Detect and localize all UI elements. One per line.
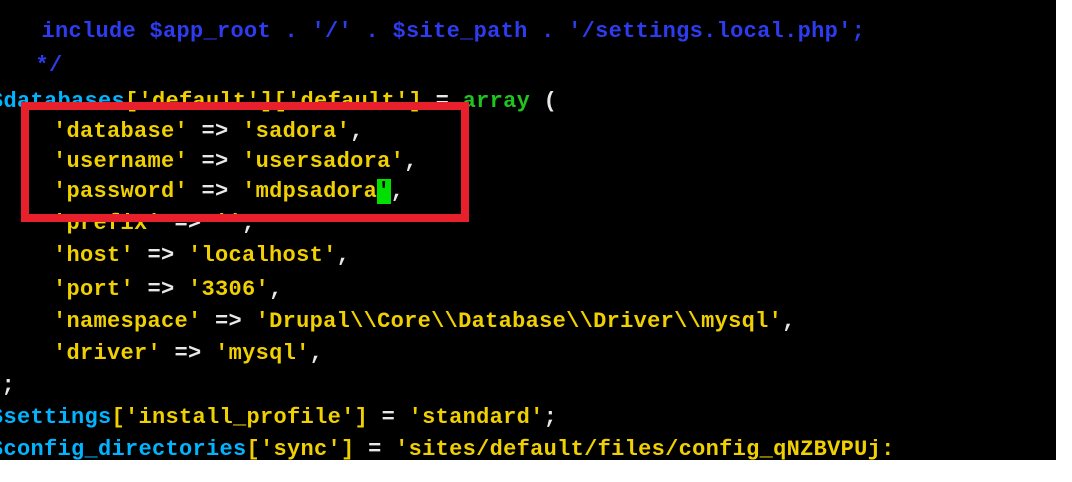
code-token: 'password' [53, 179, 189, 204]
code-token: ['sync'] [246, 437, 355, 460]
code-token: 'sadora' [242, 119, 351, 144]
code-token: include $app_root . '/' . $site_path . '… [28, 19, 866, 44]
terminal-window: include $app_root . '/' . $site_path . '… [0, 0, 1072, 482]
code-token: 'localhost' [188, 243, 337, 268]
code-token: */ [22, 53, 63, 78]
code-token: 'mysql' [215, 341, 310, 366]
code-line[interactable]: 'driver' => 'mysql', [26, 340, 323, 368]
code-token: 'usersadora' [242, 149, 405, 174]
code-token: , [309, 341, 324, 366]
code-token: 'port' [53, 277, 135, 302]
code-line[interactable]: $settings['install_profile'] = 'standard… [0, 404, 557, 432]
code-token: 'standard' [408, 405, 544, 430]
code-token: = [422, 89, 463, 114]
code-token: 'host' [53, 243, 135, 268]
code-line[interactable]: 'password' => 'mdpsadora', [26, 178, 404, 206]
code-token: , [390, 179, 405, 204]
code-line[interactable]: 'database' => 'sadora', [26, 118, 364, 146]
code-token: => [134, 243, 189, 268]
code-token: => [201, 309, 256, 334]
code-editor[interactable]: include $app_root . '/' . $site_path . '… [0, 0, 1056, 460]
code-token: '' [215, 211, 243, 236]
code-line[interactable]: ); [0, 372, 15, 400]
code-token: ); [0, 373, 16, 398]
code-token: ; [543, 405, 558, 430]
code-token: 'sites/default/files/config_qNZBVPUj: [395, 437, 895, 460]
code-token: 'Drupal\\Core\\Database\\Driver\\mysql' [255, 309, 783, 334]
code-line[interactable]: 'host' => 'localhost', [26, 242, 350, 270]
code-line[interactable]: $config_directories['sync'] = 'sites/def… [0, 436, 895, 460]
code-token: ['default']['default'] [125, 89, 423, 114]
text-cursor: ' [377, 179, 391, 204]
code-token: $databases [0, 89, 126, 114]
code-token: , [782, 309, 796, 334]
code-line[interactable]: 'prefix' => '', [26, 210, 256, 238]
code-token: $settings [0, 405, 112, 430]
code-token: '3306' [188, 277, 270, 302]
code-token: , [269, 277, 283, 302]
code-token: 'namespace' [53, 309, 202, 334]
code-line[interactable]: 'username' => 'usersadora', [26, 148, 418, 176]
code-token: => [161, 341, 216, 366]
code-line[interactable]: include $app_root . '/' . $site_path . '… [28, 18, 865, 46]
code-line[interactable]: 'namespace' => 'Drupal\\Core\\Database\\… [26, 308, 796, 336]
code-token: => [188, 149, 243, 174]
code-token: ( [530, 89, 558, 114]
code-line[interactable]: */ [22, 52, 63, 80]
code-token: = [368, 405, 409, 430]
code-token: 'mdpsadora [242, 179, 378, 204]
code-token: => [188, 119, 243, 144]
code-token: => [188, 179, 243, 204]
code-token: , [350, 119, 364, 144]
code-token: array [462, 89, 531, 114]
code-token: => [134, 277, 189, 302]
code-token: 'prefix' [53, 211, 162, 236]
code-token: ['install_profile'] [111, 405, 369, 430]
code-token: 'database' [53, 119, 189, 144]
code-token: , [242, 211, 256, 236]
code-line[interactable]: 'port' => '3306', [26, 276, 283, 304]
code-token: => [161, 211, 216, 236]
code-token: 'username' [53, 149, 189, 174]
code-token: 'driver' [53, 341, 162, 366]
code-token: $config_directories [0, 437, 247, 460]
code-line[interactable]: $databases['default']['default'] = array… [0, 88, 557, 116]
code-token: = [354, 437, 396, 460]
code-token: , [336, 243, 351, 268]
code-token: , [404, 149, 418, 174]
